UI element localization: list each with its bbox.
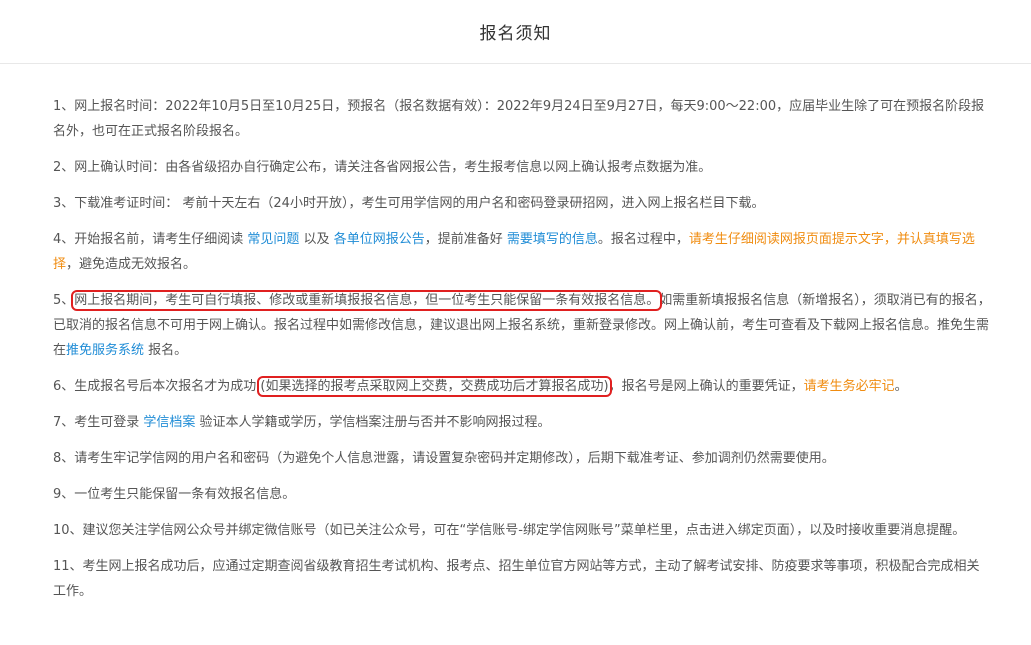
notice-item-6: 6、生成报名号后本次报名才为成功 (如果选择的报考点采取网上交费，交费成功后才算… xyxy=(53,374,991,399)
warning-text: 请考生务必牢记 xyxy=(803,379,895,394)
text: 报名。 xyxy=(144,343,188,358)
text: ，避免造成无效报名。 xyxy=(66,257,197,272)
notice-item-10: 10、建议您关注学信网公众号并绑定微信账号（如已关注公众号，可在“学信账号-绑定… xyxy=(53,523,966,538)
text: 。报名过程中， xyxy=(597,232,689,247)
text: 5、 xyxy=(53,293,75,308)
text: ，提前准备好 xyxy=(424,232,507,247)
notice-item-8: 8、请考生牢记学信网的用户名和密码（为避免个人信息泄露，请设置复杂密码并定期修改… xyxy=(53,451,835,466)
text: ，报名号是网上确认的重要凭证， xyxy=(608,379,804,394)
notice-item-2: 2、网上确认时间：由各省级招办自行确定公布，请关注各省网报公告，考生报考信息以网… xyxy=(53,160,712,175)
notice-item-1: 1、网上报名时间：2022年10月5日至10月25日，预报名（报名数据有效）：2… xyxy=(53,99,985,139)
notice-item-5: 5、网上报名期间，考生可自行填报、修改或重新填报报名信息，但一位考生只能保留一条… xyxy=(53,288,991,363)
header: 报名须知 xyxy=(0,0,1031,64)
xuexin-archive-link[interactable]: 学信档案 xyxy=(143,415,195,430)
text: 验证本人学籍或学历，学信档案注册与否并不影响网报过程。 xyxy=(195,415,551,430)
text: 7、考生可登录 xyxy=(53,415,144,430)
notice-item-4: 4、开始报名前，请考生仔细阅读 常见问题 以及 各单位网报公告，提前准备好 需要… xyxy=(53,227,991,277)
highlighted-text: 网上报名期间，考生可自行填报、修改或重新填报报名信息，但一位考生只能保留一条有效… xyxy=(71,290,663,311)
notice-content: 1、网上报名时间：2022年10月5日至10月25日，预报名（报名数据有效）：2… xyxy=(0,94,1031,604)
tuimian-service-link[interactable]: 推免服务系统 xyxy=(66,343,144,358)
text: 6、生成报名号后本次报名才为成功 xyxy=(53,379,261,394)
text: 。 xyxy=(894,379,908,394)
notice-item-11: 11、考生网上报名成功后，应通过定期查阅省级教育招生考试机构、报考点、招生单位官… xyxy=(53,559,980,599)
faq-link[interactable]: 常见问题 xyxy=(247,232,299,247)
notice-item-9: 9、一位考生只能保留一条有效报名信息。 xyxy=(53,487,296,502)
notice-item-3: 3、下载准考证时间： 考前十天左右（24小时开放），考生可用学信网的用户名和密码… xyxy=(53,196,765,211)
highlighted-text: (如果选择的报考点采取网上交费，交费成功后才算报名成功) xyxy=(257,376,612,397)
required-info-link[interactable]: 需要填写的信息 xyxy=(507,232,598,247)
text: 4、开始报名前，请考生仔细阅读 xyxy=(53,232,248,247)
unit-notice-link[interactable]: 各单位网报公告 xyxy=(334,232,425,247)
text: 以及 xyxy=(299,232,334,247)
notice-item-7: 7、考生可登录 学信档案 验证本人学籍或学历，学信档案注册与否并不影响网报过程。 xyxy=(53,410,991,435)
page: 报名须知 1、网上报名时间：2022年10月5日至10月25日，预报名（报名数据… xyxy=(0,0,1031,645)
page-title: 报名须知 xyxy=(479,24,552,44)
